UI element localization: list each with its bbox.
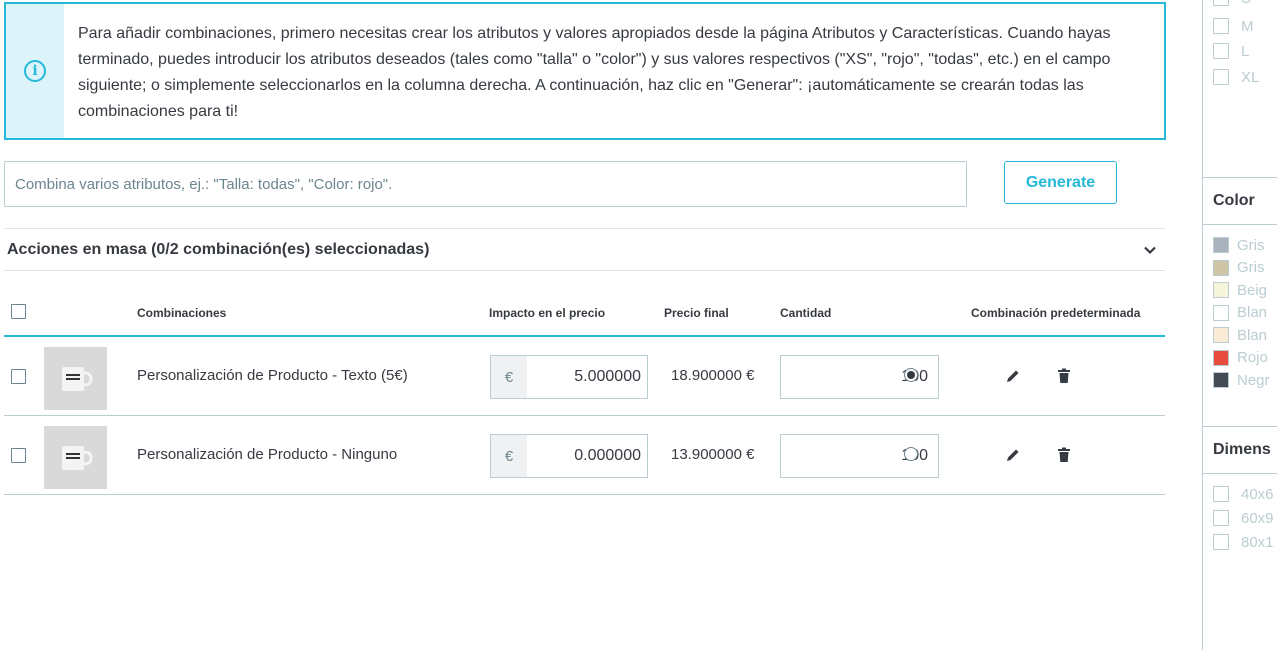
size-option[interactable]: XL: [1213, 67, 1259, 87]
table-row: Personalización de Producto - Texto (5€)…: [4, 337, 1165, 416]
size-label: M: [1241, 17, 1254, 35]
combination-name: Personalización de Producto - Texto (5€): [137, 367, 408, 384]
chevron-down-icon[interactable]: [1143, 243, 1157, 257]
currency-prefix: €: [491, 435, 527, 477]
color-option[interactable]: Blan: [1213, 325, 1267, 345]
header-combinations: Combinaciones: [137, 306, 227, 320]
dimension-checkbox[interactable]: [1213, 534, 1229, 550]
header-final-price: Precio final: [664, 306, 729, 320]
color-swatch[interactable]: [1213, 282, 1229, 298]
color-option[interactable]: Gris: [1213, 235, 1265, 255]
color-label: Beig: [1237, 281, 1268, 299]
mug-image-icon: [61, 366, 93, 391]
size-checkbox[interactable]: [1213, 43, 1229, 59]
price-impact-group: €: [490, 434, 648, 478]
combinations-table: Combinaciones Impacto en el precio Preci…: [4, 290, 1165, 495]
header-price-impact: Impacto en el precio: [489, 306, 606, 320]
price-impact-input[interactable]: [527, 356, 647, 398]
color-option[interactable]: Gris: [1213, 258, 1265, 278]
color-label: Gris: [1237, 259, 1265, 276]
table-row: Personalización de Producto - Ninguno € …: [4, 416, 1165, 495]
color-swatch[interactable]: [1213, 237, 1229, 253]
edit-icon[interactable]: [1004, 446, 1022, 464]
info-alert: i Para añadir combinaciones, primero nec…: [4, 2, 1166, 140]
color-label: Gris: [1237, 236, 1265, 254]
info-icon: i: [24, 60, 46, 82]
color-label: Blan: [1237, 326, 1268, 344]
edit-icon[interactable]: [1004, 367, 1022, 385]
size-option[interactable]: S: [1213, 0, 1251, 8]
table-header: Combinaciones Impacto en el precio Preci…: [4, 290, 1165, 337]
color-label: Rojo: [1237, 349, 1268, 366]
dimension-option[interactable]: 80x1: [1213, 532, 1274, 552]
color-option[interactable]: Negr: [1213, 370, 1270, 390]
row-checkbox[interactable]: [11, 448, 26, 463]
mug-image-icon: [61, 445, 93, 470]
size-checkbox[interactable]: [1213, 69, 1229, 85]
dimension-heading: Dimens: [1203, 426, 1277, 474]
combination-name: Personalización de Producto - Ninguno: [137, 446, 398, 463]
color-swatch[interactable]: [1213, 259, 1229, 276]
header-quantity: Cantidad: [780, 306, 832, 320]
color-heading: Color: [1203, 177, 1277, 225]
default-radio[interactable]: [904, 447, 918, 461]
trash-icon[interactable]: [1055, 367, 1073, 385]
price-impact-input[interactable]: [527, 435, 647, 477]
color-option[interactable]: Blan: [1213, 303, 1267, 323]
dimension-label: 40x6: [1241, 485, 1274, 503]
bulk-actions-title: Acciones en masa (0/2 combinación(es) se…: [7, 240, 430, 258]
attributes-input[interactable]: [4, 161, 967, 207]
bulk-actions-bar[interactable]: Acciones en masa (0/2 combinación(es) se…: [4, 228, 1165, 271]
select-all-checkbox[interactable]: [11, 304, 26, 319]
dimension-checkbox[interactable]: [1213, 486, 1229, 502]
trash-icon[interactable]: [1055, 446, 1073, 464]
attributes-sidebar: S M L XL Color Dimens 40x6 60x9 80x1 Gri…: [1202, 0, 1277, 650]
size-option[interactable]: L: [1213, 41, 1249, 61]
dimension-option[interactable]: 40x6: [1213, 484, 1274, 504]
size-label: XL: [1241, 68, 1260, 86]
header-default-combination: Combinación predeterminada: [971, 306, 1141, 320]
product-thumbnail: [44, 426, 107, 489]
dimension-label: 80x1: [1241, 533, 1274, 551]
final-price: 13.900000 €: [671, 446, 755, 463]
color-swatch[interactable]: [1213, 304, 1229, 321]
color-swatch[interactable]: [1213, 327, 1229, 343]
default-radio[interactable]: [904, 368, 918, 382]
row-checkbox[interactable]: [11, 369, 26, 384]
product-thumbnail: [44, 347, 107, 410]
generate-button[interactable]: Generate: [1004, 161, 1117, 204]
color-option[interactable]: Rojo: [1213, 348, 1268, 368]
dimension-checkbox[interactable]: [1213, 510, 1229, 526]
alert-icon-column: i: [6, 4, 64, 138]
color-label: Negr: [1237, 371, 1270, 389]
final-price: 18.900000 €: [671, 367, 755, 384]
dimension-label: 60x9: [1241, 509, 1274, 527]
color-swatch[interactable]: [1213, 349, 1229, 366]
size-label: S: [1241, 0, 1251, 7]
size-option[interactable]: M: [1213, 16, 1254, 36]
color-label: Blan: [1237, 304, 1268, 321]
alert-text: Para añadir combinaciones, primero neces…: [64, 4, 1164, 138]
currency-prefix: €: [491, 356, 527, 398]
color-swatch[interactable]: [1213, 372, 1229, 388]
size-label: L: [1241, 42, 1250, 60]
dimension-option[interactable]: 60x9: [1213, 508, 1274, 528]
price-impact-group: €: [490, 355, 648, 399]
size-checkbox[interactable]: [1213, 18, 1229, 34]
color-option[interactable]: Beig: [1213, 280, 1267, 300]
size-checkbox[interactable]: [1213, 0, 1229, 6]
